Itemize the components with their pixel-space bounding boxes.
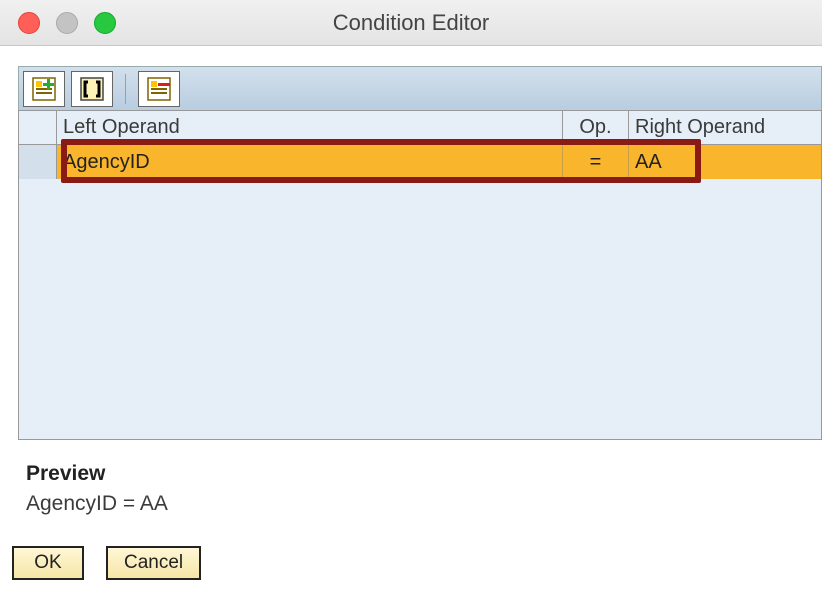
zoom-window-button[interactable] xyxy=(94,12,116,34)
left-operand-cell[interactable]: AgencyID xyxy=(57,145,563,179)
grid-header-marker xyxy=(19,111,57,144)
right-operand-cell[interactable]: AA xyxy=(629,145,821,179)
add-row-button[interactable] xyxy=(23,71,65,107)
remove-row-icon xyxy=(145,75,173,103)
window-title: Condition Editor xyxy=(0,10,822,36)
close-window-button[interactable] xyxy=(18,12,40,34)
preview-label: Preview xyxy=(26,462,822,486)
dialog-buttons: OK Cancel xyxy=(12,546,822,580)
ok-button[interactable]: OK xyxy=(12,546,84,580)
window-controls xyxy=(18,12,116,34)
row-marker[interactable] xyxy=(19,145,57,179)
add-row-icon xyxy=(30,75,58,103)
grid-header-operator[interactable]: Op. xyxy=(563,111,629,144)
preview-section: Preview AgencyID = AA xyxy=(26,462,822,516)
brackets-button[interactable] xyxy=(71,71,113,107)
grid-header-row: Left Operand Op. Right Operand xyxy=(19,111,821,145)
window-titlebar: Condition Editor xyxy=(0,0,822,46)
operator-cell[interactable]: = xyxy=(563,145,629,179)
condition-row[interactable]: AgencyID = AA xyxy=(19,145,821,179)
grid-header-left-operand[interactable]: Left Operand xyxy=(57,111,563,144)
remove-row-button[interactable] xyxy=(138,71,180,107)
condition-grid: Left Operand Op. Right Operand AgencyID … xyxy=(18,110,822,440)
toolbar-separator xyxy=(125,74,126,104)
cancel-button[interactable]: Cancel xyxy=(106,546,201,580)
minimize-window-button[interactable] xyxy=(56,12,78,34)
editor-workspace: Left Operand Op. Right Operand AgencyID … xyxy=(18,66,822,440)
toolbar xyxy=(18,66,822,110)
preview-expression: AgencyID = AA xyxy=(26,492,822,516)
grid-header-right-operand[interactable]: Right Operand xyxy=(629,111,821,144)
brackets-icon xyxy=(78,75,106,103)
